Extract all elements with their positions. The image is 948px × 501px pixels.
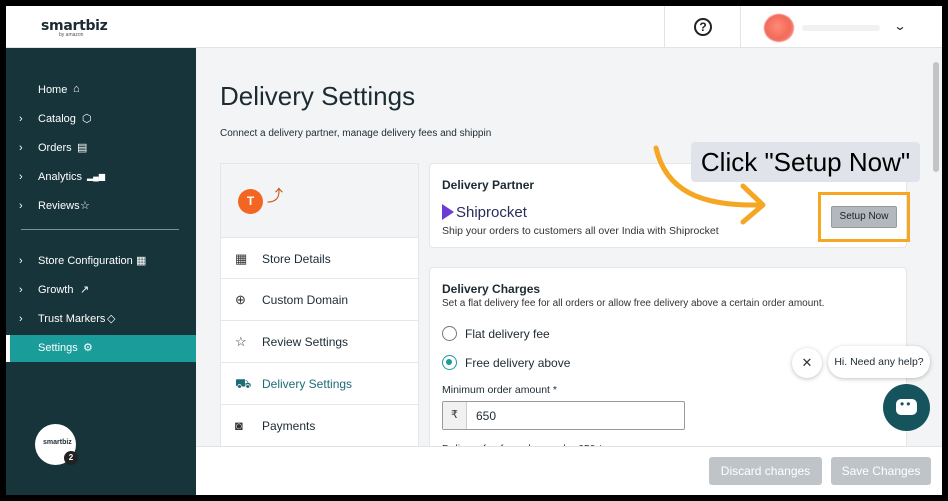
close-icon[interactable]: ✕ [792,348,822,378]
chat-button[interactable] [883,384,930,431]
discard-changes-button[interactable]: Discard changes [709,457,822,485]
chat-icon [896,397,917,415]
chat-greeting[interactable]: Hi. Need any help? [828,346,930,378]
setup-now-button[interactable]: Setup Now [831,206,897,228]
footer-bar: Discard changes Save Changes [196,446,942,495]
setup-highlight: Setup Now [818,192,910,242]
instruction-arrow [653,145,766,225]
save-changes-button[interactable]: Save Changes [831,457,931,485]
app-window: smartbiz by amazon ? ⌄ Home ⌂ › Catalog … [6,6,942,495]
